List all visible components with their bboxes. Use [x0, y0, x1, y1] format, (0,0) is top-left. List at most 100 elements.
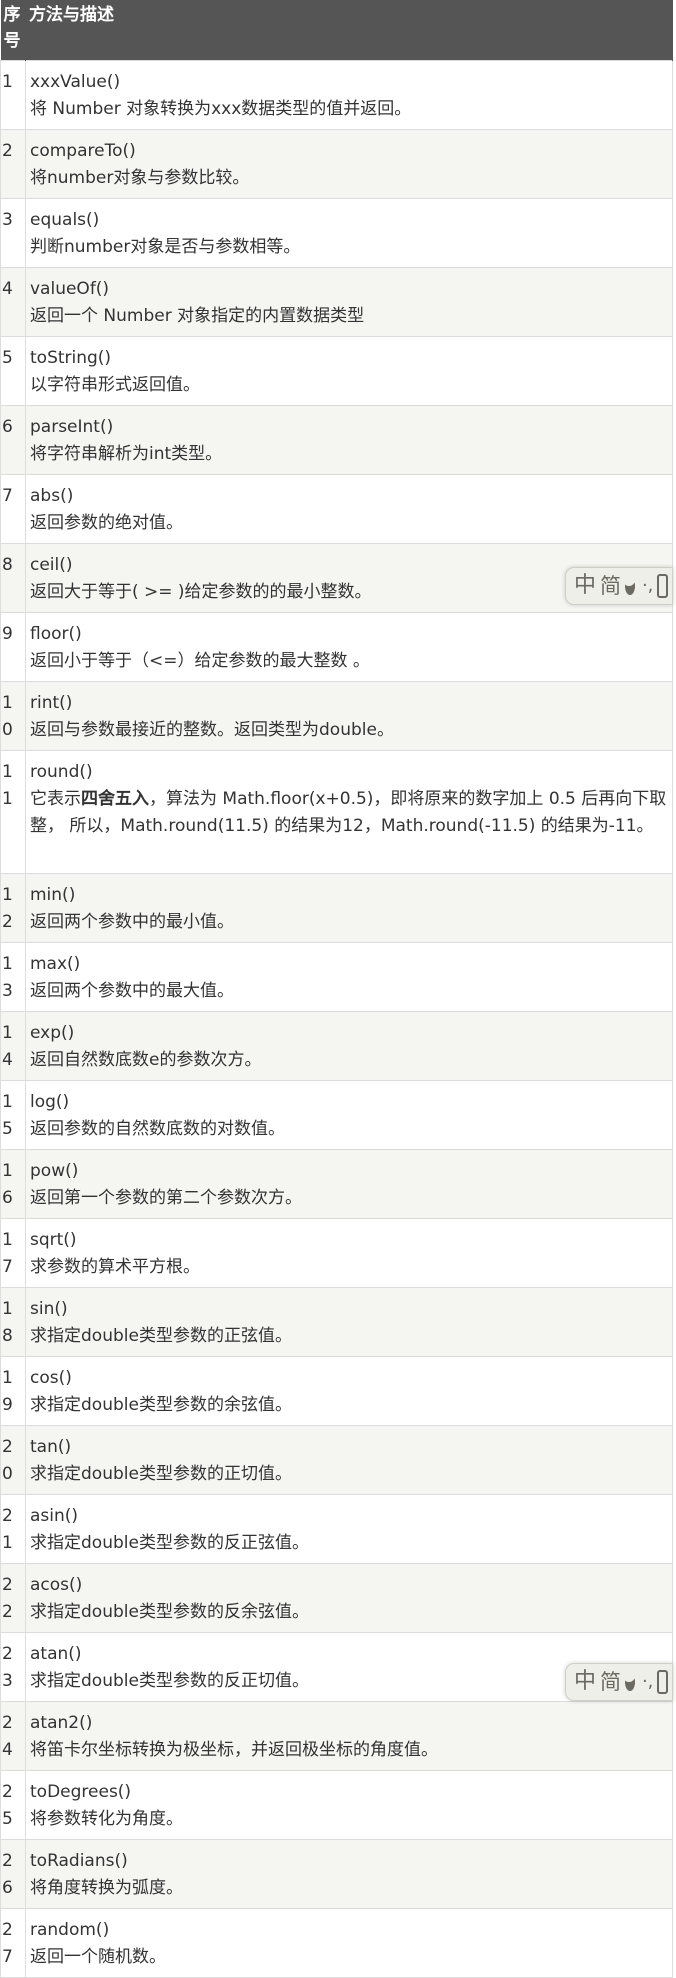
punctuation-icon[interactable]: ·,: [642, 1664, 653, 1700]
row-content: log() 返回参数的自然数底数的对数值。: [25, 1080, 673, 1150]
ime-logo-icon[interactable]: 中: [574, 568, 596, 604]
row-content: tan() 求指定double类型参数的正切值。: [25, 1425, 673, 1495]
row-content: toString() 以字符串形式返回值。: [25, 336, 673, 406]
table-row: 17 sqrt() 求参数的算术平方根。: [0, 1218, 673, 1288]
row-content: sin() 求指定double类型参数的正弦值。: [25, 1287, 673, 1357]
ime-logo-icon[interactable]: 中: [574, 1664, 596, 1700]
method-name: max(): [30, 954, 81, 974]
row-content: round() 它表示四舍五入，算法为 Math.floor(x+0.5)，即将…: [25, 750, 673, 874]
more-icon[interactable]: [657, 1670, 668, 1694]
row-content: exp() 返回自然数底数e的参数次方。: [25, 1011, 673, 1081]
method-description: 以字符串形式返回值。: [30, 375, 200, 395]
method-name: cos(): [30, 1368, 72, 1388]
table-row: 14 exp() 返回自然数底数e的参数次方。: [0, 1011, 673, 1081]
table-row: 21 asin() 求指定double类型参数的反正弦值。: [0, 1494, 673, 1564]
row-content: cos() 求指定double类型参数的余弦值。: [25, 1356, 673, 1426]
method-name: exp(): [30, 1023, 75, 1043]
table-row: 11 round() 它表示四舍五入，算法为 Math.floor(x+0.5)…: [0, 750, 673, 874]
method-description: 它表示四舍五入，算法为 Math.floor(x+0.5)，即将原来的数字加上 …: [30, 786, 670, 840]
more-icon[interactable]: [657, 574, 668, 598]
row-index: 24: [0, 1701, 26, 1771]
table-row: 3 equals() 判断number对象是否与参数相等。: [0, 198, 673, 268]
method-name: min(): [30, 885, 76, 905]
row-index: 21: [0, 1494, 26, 1564]
row-content: min() 返回两个参数中的最小值。: [25, 873, 673, 943]
table-header-row: 序号 方法与描述: [0, 0, 673, 61]
row-index: 5: [0, 336, 26, 406]
table-row: 15 log() 返回参数的自然数底数的对数值。: [0, 1080, 673, 1150]
table-row: 12 min() 返回两个参数中的最小值。: [0, 873, 673, 943]
method-name: floor(): [30, 624, 82, 644]
method-description: 返回参数的自然数底数的对数值。: [30, 1119, 285, 1139]
method-description: 返回一个 Number 对象指定的内置数据类型: [30, 306, 365, 326]
row-index: 7: [0, 474, 26, 544]
column-header-index: 序号: [0, 0, 26, 61]
table-row: 26 toRadians() 将角度转换为弧度。: [0, 1839, 673, 1909]
method-description: 返回与参数最接近的整数。返回类型为double。: [30, 720, 394, 740]
method-description: 判断number对象是否与参数相等。: [30, 237, 301, 257]
method-description: 返回自然数底数e的参数次方。: [30, 1050, 262, 1070]
row-content: xxxValue() 将 Number 对象转换为xxx数据类型的值并返回。: [25, 60, 673, 130]
method-description: 求指定double类型参数的正切值。: [30, 1464, 292, 1484]
method-name: abs(): [30, 486, 74, 506]
row-content: valueOf() 返回一个 Number 对象指定的内置数据类型: [25, 267, 673, 337]
row-index: 27: [0, 1908, 26, 1978]
row-content: parseInt() 将字符串解析为int类型。: [25, 405, 673, 475]
row-index: 25: [0, 1770, 26, 1840]
row-index: 8: [0, 543, 26, 613]
row-index: 22: [0, 1563, 26, 1633]
table-row: 24 atan2() 将笛卡尔坐标转换为极坐标，并返回极坐标的角度值。: [0, 1701, 673, 1771]
table-row: 22 acos() 求指定double类型参数的反余弦值。: [0, 1563, 673, 1633]
row-index: 17: [0, 1218, 26, 1288]
method-description: 返回第一个参数的第二个参数次方。: [30, 1188, 302, 1208]
row-index: 19: [0, 1356, 26, 1426]
ime-toolbar[interactable]: 中 简 ·,: [565, 1663, 673, 1701]
punctuation-icon[interactable]: ·,: [642, 568, 653, 604]
row-content: pow() 返回第一个参数的第二个参数次方。: [25, 1149, 673, 1219]
table-row: 5 toString() 以字符串形式返回值。: [0, 336, 673, 406]
description-prefix: 它表示: [30, 789, 81, 809]
table-row: 1 xxxValue() 将 Number 对象转换为xxx数据类型的值并返回。: [0, 60, 673, 130]
table-row: 27 random() 返回一个随机数。: [0, 1908, 673, 1978]
ime-mode-label[interactable]: 简: [600, 568, 621, 604]
table-row: 7 abs() 返回参数的绝对值。: [0, 474, 673, 544]
row-index: 3: [0, 198, 26, 268]
table-row: 25 toDegrees() 将参数转化为角度。: [0, 1770, 673, 1840]
table-row: 2 compareTo() 将number对象与参数比较。: [0, 129, 673, 199]
method-name: parseInt(): [30, 417, 114, 437]
method-name: rint(): [30, 693, 73, 713]
ime-toolbar[interactable]: 中 简 ·,: [565, 567, 673, 605]
method-description: 返回两个参数中的最大值。: [30, 981, 234, 1001]
method-name: acos(): [30, 1575, 83, 1595]
description-emphasis: 四舍五入: [81, 789, 149, 809]
row-index: 18: [0, 1287, 26, 1357]
moon-icon[interactable]: [623, 1670, 635, 1691]
method-name: compareTo(): [30, 141, 136, 161]
method-name: asin(): [30, 1506, 79, 1526]
method-name: equals(): [30, 210, 100, 230]
row-content: rint() 返回与参数最接近的整数。返回类型为double。: [25, 681, 673, 751]
row-content: toRadians() 将角度转换为弧度。: [25, 1839, 673, 1909]
moon-icon[interactable]: [623, 574, 635, 595]
method-description: 将笛卡尔坐标转换为极坐标，并返回极坐标的角度值。: [30, 1740, 438, 1760]
method-description: 返回两个参数中的最小值。: [30, 912, 234, 932]
row-content: acos() 求指定double类型参数的反余弦值。: [25, 1563, 673, 1633]
method-name: log(): [30, 1092, 70, 1112]
table-row: 19 cos() 求指定double类型参数的余弦值。: [0, 1356, 673, 1426]
row-index: 13: [0, 942, 26, 1012]
ime-mode-label[interactable]: 简: [600, 1664, 621, 1700]
row-index: 4: [0, 267, 26, 337]
row-index: 2: [0, 129, 26, 199]
table-row: 9 floor() 返回小于等于（<=）给定参数的最大整数 。: [0, 612, 673, 682]
method-description: 求指定double类型参数的正弦值。: [30, 1326, 292, 1346]
method-description: 将 Number 对象转换为xxx数据类型的值并返回。: [30, 99, 412, 119]
row-content: abs() 返回参数的绝对值。: [25, 474, 673, 544]
table-row: 10 rint() 返回与参数最接近的整数。返回类型为double。: [0, 681, 673, 751]
row-index: 1: [0, 60, 26, 130]
row-content: atan2() 将笛卡尔坐标转换为极坐标，并返回极坐标的角度值。: [25, 1701, 673, 1771]
row-index: 14: [0, 1011, 26, 1081]
method-description: 将角度转换为弧度。: [30, 1878, 183, 1898]
method-name: xxxValue(): [30, 72, 121, 92]
row-index: 6: [0, 405, 26, 475]
method-name: tan(): [30, 1437, 72, 1457]
